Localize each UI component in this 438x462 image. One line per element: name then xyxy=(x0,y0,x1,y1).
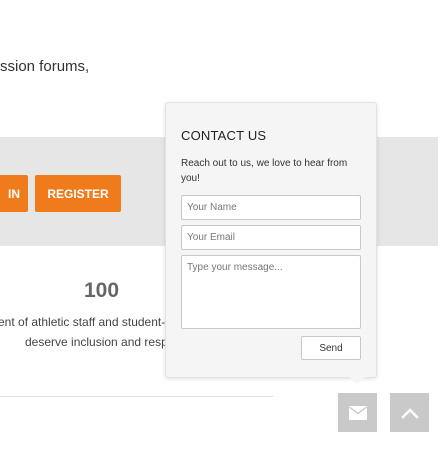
section-divider xyxy=(0,396,273,397)
panel-pointer xyxy=(349,377,365,384)
chevron-up-icon xyxy=(400,407,419,419)
contact-description: Reach out to us, we love to hear from yo… xyxy=(181,158,348,184)
name-input[interactable] xyxy=(181,195,361,220)
contact-title: CONTACT US xyxy=(181,128,267,143)
login-button[interactable]: IN xyxy=(0,175,28,212)
scroll-to-top-button[interactable] xyxy=(390,393,429,432)
contact-toggle-button[interactable] xyxy=(338,393,377,432)
email-input[interactable] xyxy=(181,225,361,250)
message-textarea[interactable] xyxy=(181,255,361,329)
intro-text: ssion forums, xyxy=(0,58,90,75)
contact-panel: CONTACT US Reach out to us, we love to h… xyxy=(165,102,377,378)
envelope-icon xyxy=(348,405,367,420)
register-button[interactable]: REGISTER xyxy=(35,175,121,212)
stat-description-line-2: deserve inclusion and respo xyxy=(25,335,175,349)
stat-description-line-1: ent of athletic staff and student- xyxy=(0,315,166,329)
stat-number: 100 xyxy=(84,279,120,302)
send-button[interactable]: Send xyxy=(301,336,361,360)
